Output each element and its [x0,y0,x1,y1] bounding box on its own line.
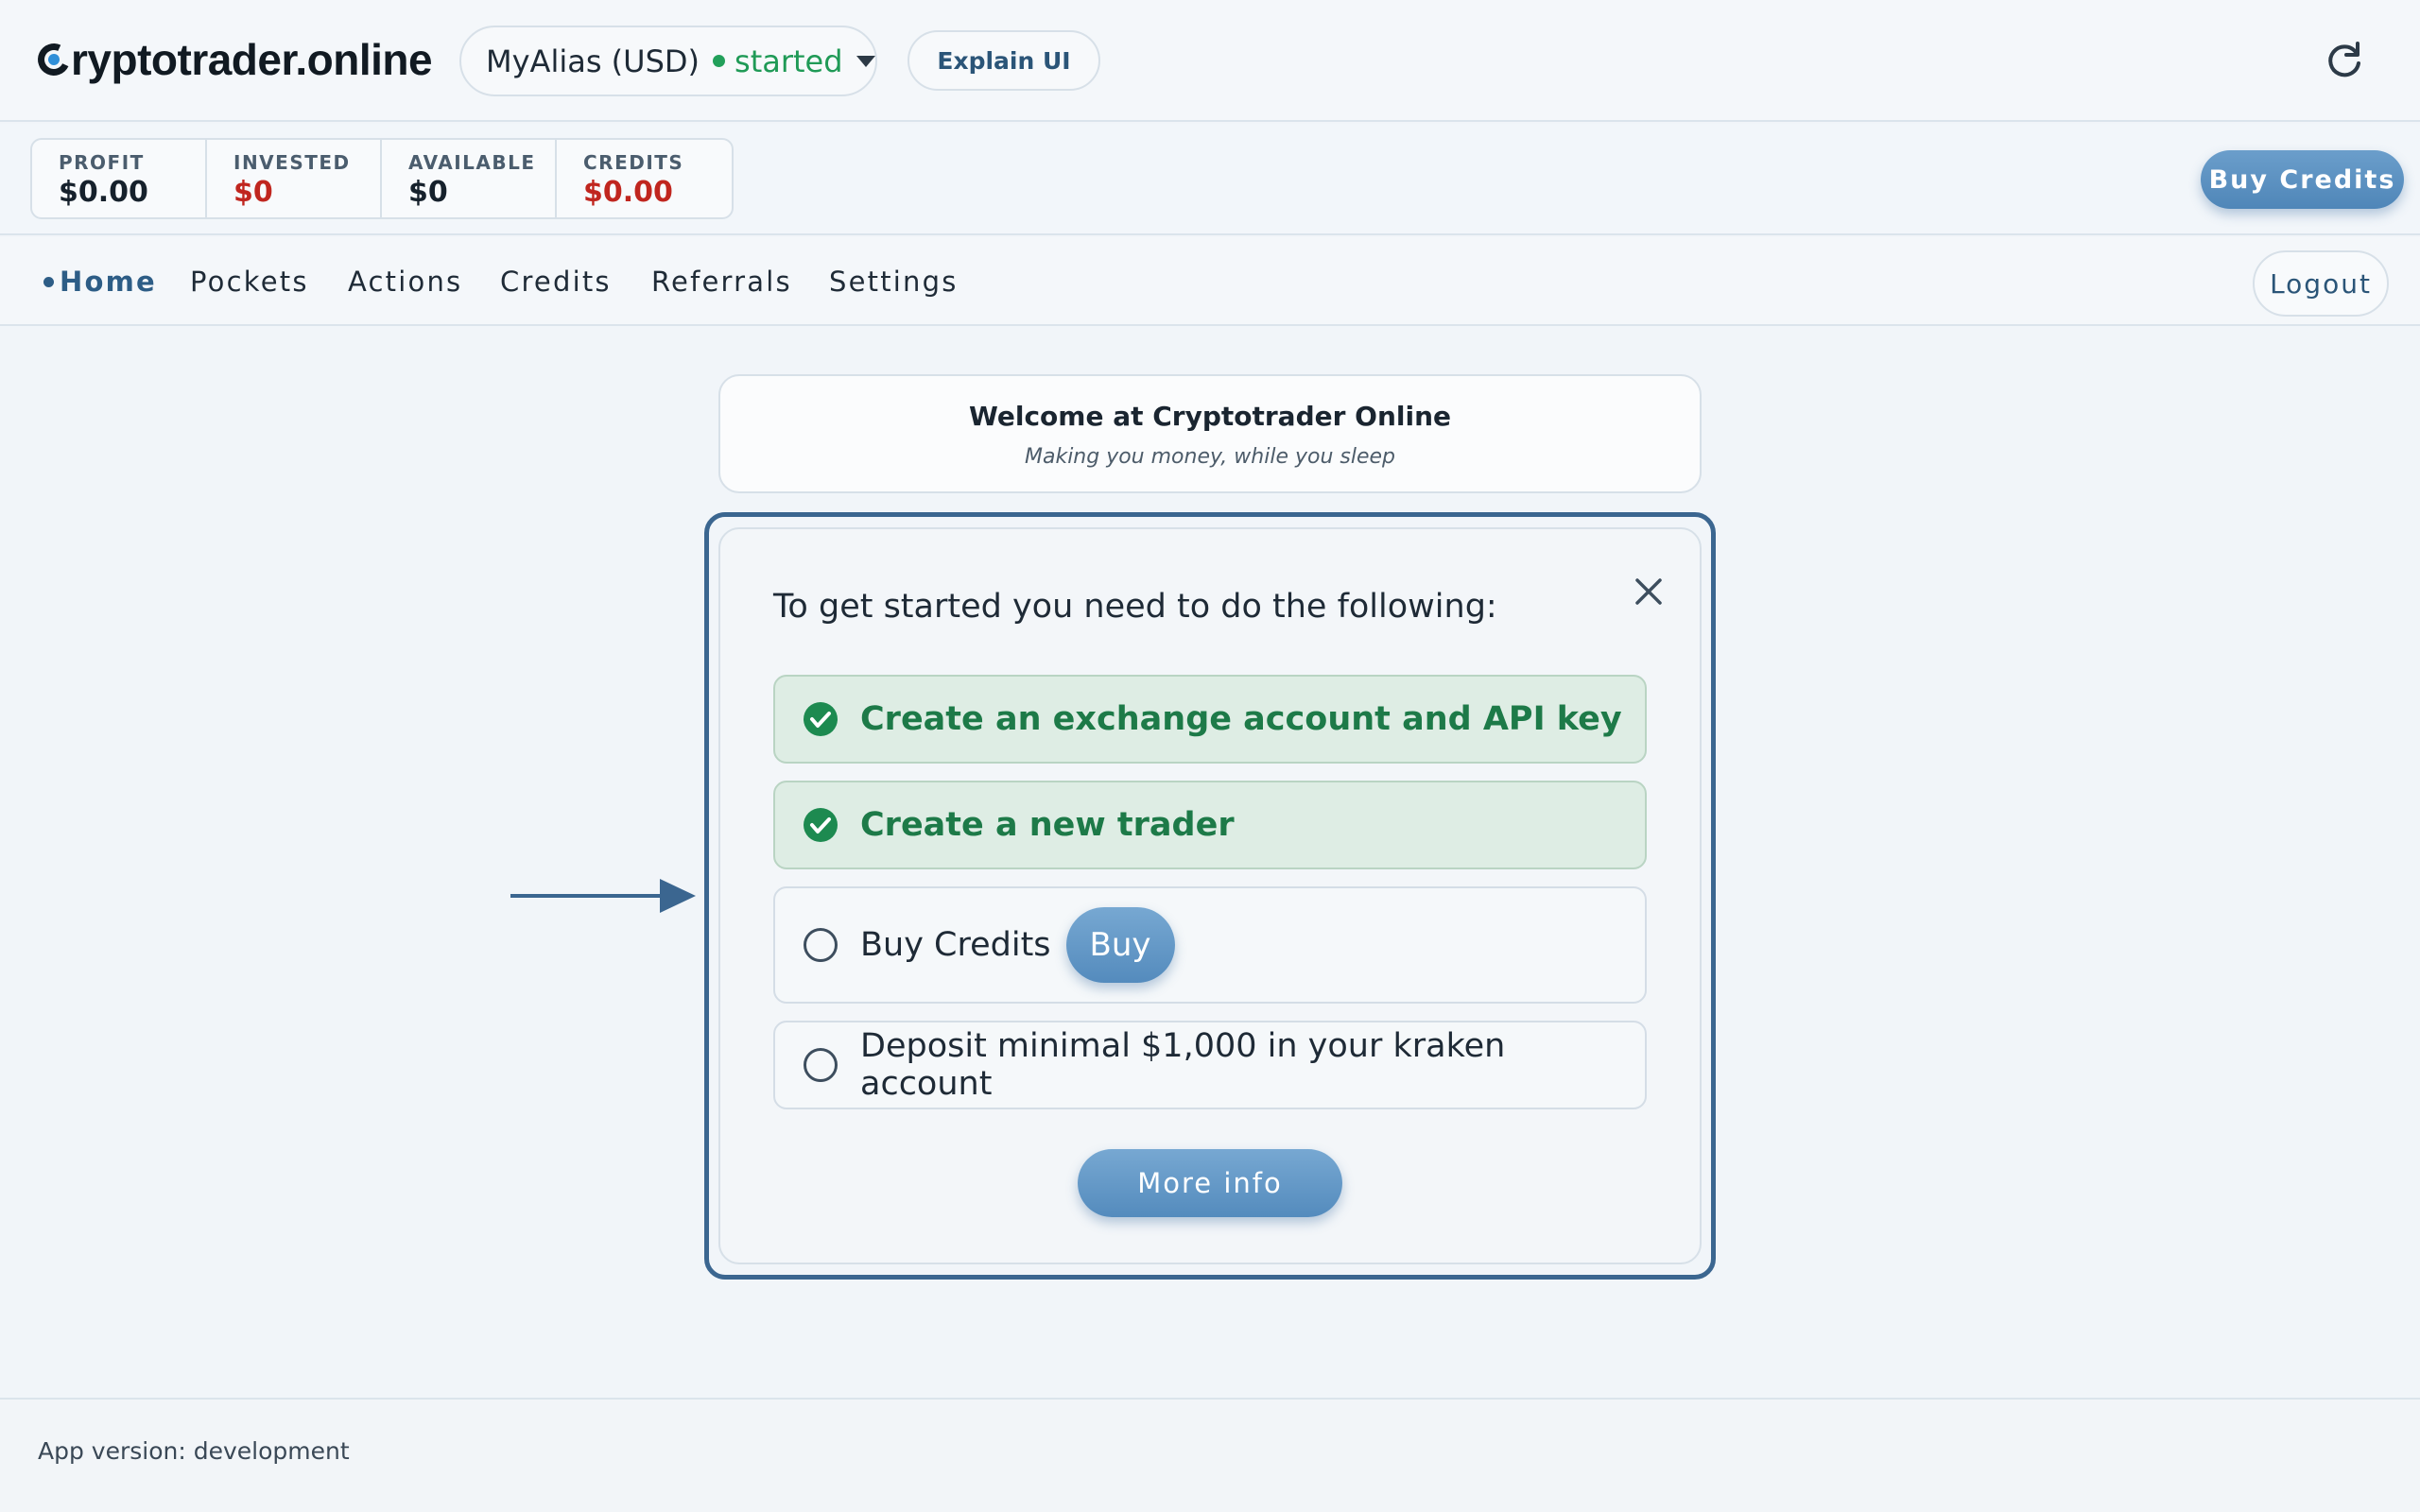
onboarding-title: To get started you need to do the follow… [773,588,1497,626]
brand-logo[interactable]: ryptotrader.online [33,34,433,85]
close-icon[interactable] [1630,573,1668,610]
stat-label: PROFIT [59,151,145,174]
buy-button[interactable]: Buy [1065,907,1175,983]
step-label: Create an exchange account and API key [860,700,1622,738]
stat-value: $0.00 [59,176,148,209]
stat-available: AVAILABLE $0 [382,140,557,217]
check-circle-icon [804,702,838,736]
step-exchange-account[interactable]: Create an exchange account and API key [773,675,1647,764]
more-info-button[interactable]: More info [1078,1149,1342,1217]
trader-select[interactable]: MyAlias (USD) started [459,26,877,96]
trader-alias: MyAlias (USD) [486,43,700,79]
welcome-card: Welcome at Cryptotrader Online Making yo… [718,374,1702,493]
chevron-down-icon [856,55,875,67]
nav-item-pockets[interactable]: Pockets [190,266,309,298]
pointer-arrow-icon [510,879,696,913]
step-deposit: Deposit minimal $1,000 in your kraken ac… [773,1021,1647,1109]
refresh-icon[interactable] [2324,40,2365,81]
stat-value: $0 [233,176,273,209]
empty-circle-icon [804,928,838,962]
top-bar: ryptotrader.online MyAlias (USD) started… [0,0,2420,122]
onboarding-panel: To get started you need to do the follow… [718,527,1702,1264]
nav-item-credits[interactable]: Credits [500,266,612,298]
welcome-title: Welcome at Cryptotrader Online [968,401,1452,432]
step-label: Create a new trader [860,806,1235,844]
stat-value: $0 [408,176,448,209]
nav-item-settings[interactable]: Settings [829,266,959,298]
footer: App version: development [0,1398,2420,1512]
nav-item-referrals[interactable]: Referrals [651,266,792,298]
explain-ui-button[interactable]: Explain UI [908,30,1100,91]
step-label: Deposit minimal $1,000 in your kraken ac… [860,1027,1506,1103]
main-nav: Home Pockets Actions Credits Referrals S… [0,237,2420,326]
nav-item-actions[interactable]: Actions [348,266,462,298]
active-indicator-icon [43,277,54,287]
stat-invested: INVESTED $0 [207,140,382,217]
app-version: App version: development [38,1437,350,1465]
nav-item-home[interactable]: Home [60,266,157,298]
stat-credits: CREDITS $0.00 [557,140,732,217]
stat-label: CREDITS [583,151,684,174]
logout-button[interactable]: Logout [2253,250,2389,317]
status-dot-icon [713,55,726,67]
stat-value: $0.00 [583,176,673,209]
logo-icon [33,39,75,80]
step-buy-credits: Buy Credits Buy [773,886,1647,1004]
account-stats: PROFIT $0.00 INVESTED $0 AVAILABLE $0 CR… [30,138,734,219]
step-label: Buy Credits [860,926,1051,964]
empty-circle-icon [804,1048,838,1082]
welcome-subtitle: Making you money, while you sleep [1024,445,1395,469]
buy-credits-button[interactable]: Buy Credits [2201,150,2404,209]
check-circle-icon [804,808,838,842]
trader-status: started [735,43,843,79]
step-new-trader[interactable]: Create a new trader [773,781,1647,869]
stat-label: INVESTED [233,151,351,174]
brand-name: ryptotrader.online [71,35,433,84]
stats-bar: PROFIT $0.00 INVESTED $0 AVAILABLE $0 CR… [0,124,2420,235]
stat-label: AVAILABLE [408,151,536,174]
stat-profit: PROFIT $0.00 [32,140,207,217]
